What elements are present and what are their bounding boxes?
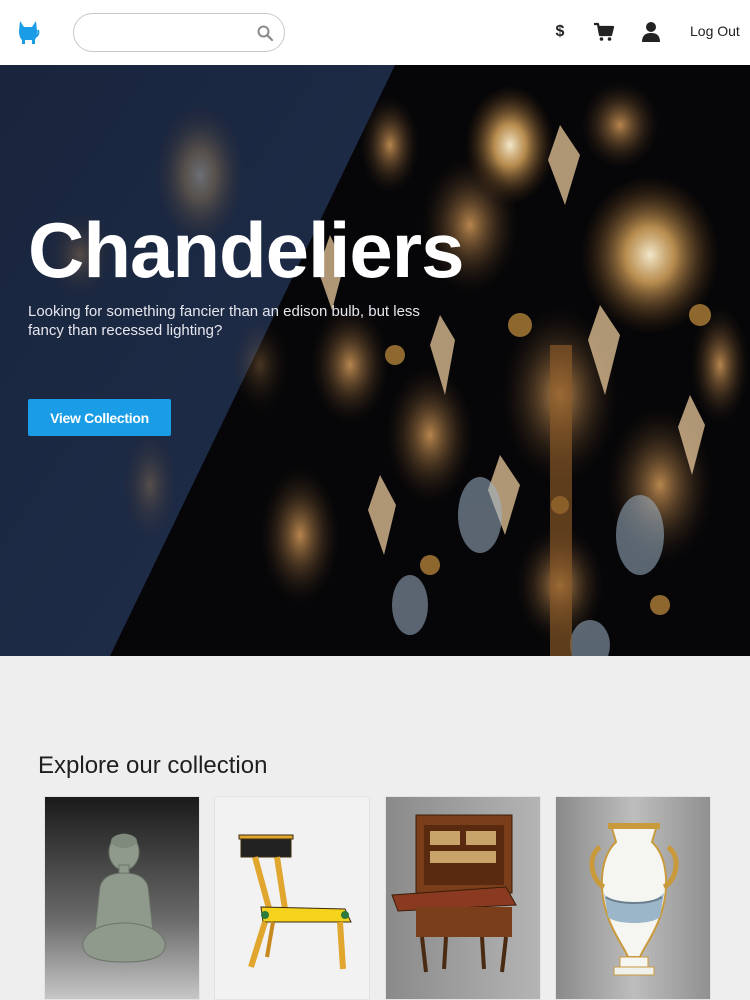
hero-banner: Chandeliers Looking for something fancie… [0,65,750,656]
yellow-chair-image [215,797,369,999]
logout-link[interactable]: Log Out [690,22,740,40]
collection-card-vase[interactable] [555,796,711,1000]
secretary-desk-image [386,797,540,999]
view-collection-button[interactable]: View Collection [28,399,171,436]
hero-subtitle: Looking for something fancier than an ed… [28,303,420,339]
search-icon[interactable] [256,24,274,42]
search-bar[interactable] [73,13,285,52]
hero-title: Chandeliers [28,206,464,294]
collection-heading: Explore our collection [38,752,268,779]
buddha-statue-image [45,797,199,999]
porcelain-vase-image [556,797,710,999]
cart-icon[interactable] [593,21,615,43]
top-navbar: $ Log Out [0,0,750,65]
collection-card-desk[interactable] [385,796,541,1000]
search-input[interactable] [88,22,248,44]
chandelier-hero-image [0,65,750,656]
dollar-icon[interactable]: $ [550,20,570,44]
collection-card-chair[interactable] [214,796,370,1000]
user-icon[interactable] [641,21,661,43]
collection-card-buddha[interactable] [44,796,200,1000]
cat-logo-icon[interactable] [16,19,40,45]
